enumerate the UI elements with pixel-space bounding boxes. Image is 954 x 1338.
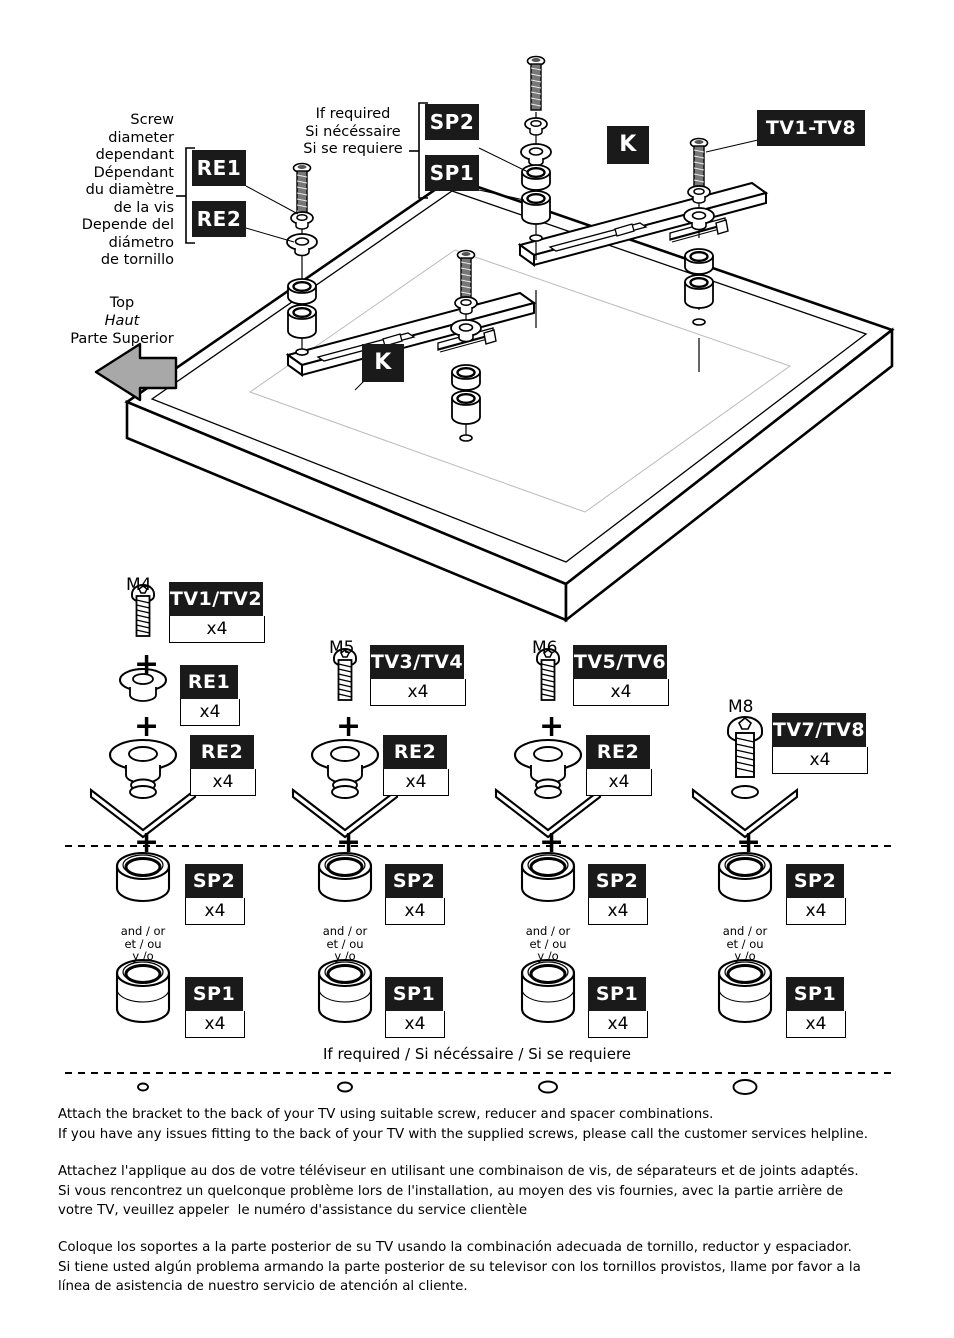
plus-m4-2: +: [134, 709, 160, 744]
label-k-lower: K: [362, 344, 404, 382]
plus-m4-3: +: [134, 825, 160, 860]
top-label-es: Parte Superior: [70, 331, 174, 347]
chip-tv7-tv8: TV7/TV8: [772, 713, 866, 747]
screw-size-m4: M4: [126, 575, 152, 595]
instructions-french: Attachez l'applique au dos de votre télé…: [58, 1164, 859, 1218]
plus-m5-2: +: [336, 825, 362, 860]
screw-size-m6: M6: [532, 638, 558, 658]
qty-sp1-m4: x4: [185, 1011, 245, 1038]
qty-re2-m5: x4: [383, 769, 449, 796]
label-tv-range: TV1-TV8: [757, 110, 865, 146]
qty-sp2-m4: x4: [185, 898, 245, 925]
qty-sp2-m5: x4: [385, 898, 445, 925]
tv-panel: [124, 176, 895, 623]
chip-tv5-tv6: TV5/TV6: [573, 645, 667, 679]
chip-sp1-m4: SP1: [185, 977, 243, 1011]
chip-tv3-tv4: TV3/TV4: [370, 645, 464, 679]
chip-sp1-m5: SP1: [385, 977, 443, 1011]
label-sp2: SP2: [425, 104, 479, 140]
screw-size-ellipses: [137, 1079, 758, 1095]
chip-sp1-m6: SP1: [588, 977, 646, 1011]
qty-tv5-tv6: x4: [573, 679, 669, 706]
label-k-upper: K: [607, 126, 649, 164]
label-sp1: SP1: [425, 155, 479, 191]
and-or-m5: and / or et / ou y /o: [322, 924, 368, 963]
chip-sp2-m5: SP2: [385, 864, 443, 898]
qty-re1-m4: x4: [180, 699, 240, 726]
plus-m6-1: +: [539, 709, 565, 744]
label-re2: RE2: [192, 201, 246, 237]
if-required-note: If required / Si nécéssaire / Si se requ…: [322, 1045, 632, 1063]
qty-tv1-tv2: x4: [169, 616, 265, 643]
fastener-stack-top-center: [520, 55, 552, 242]
chip-re2-m5: RE2: [383, 735, 447, 769]
chip-sp2-m6: SP2: [588, 864, 646, 898]
plus-m8-2: +: [736, 825, 762, 860]
chip-sp2-m4: SP2: [185, 864, 243, 898]
if-required-callout: If required Si nécéssaire Si se requiere: [303, 106, 403, 157]
qty-sp1-m5: x4: [385, 1011, 445, 1038]
and-or-m4: and / or et / ou y /o: [120, 924, 166, 963]
chip-sp1-m8: SP1: [786, 977, 844, 1011]
chip-tv1-tv2: TV1/TV2: [169, 582, 263, 616]
top-label-fr: Haut: [104, 313, 140, 329]
screw-size-m8: M8: [728, 697, 754, 717]
screw-diameter-callout: Screw diameter dependant Dépendant du di…: [81, 112, 174, 268]
and-or-m6: and / or et / ou y /o: [525, 924, 571, 963]
instructions-english: Attach the bracket to the back of your T…: [58, 1107, 868, 1142]
qty-re2-m4: x4: [190, 769, 256, 796]
qty-tv3-tv4: x4: [370, 679, 466, 706]
plus-m5-1: +: [336, 709, 362, 744]
plus-m4-1: +: [134, 647, 160, 682]
qty-tv7-tv8: x4: [772, 747, 868, 774]
chip-sp2-m8: SP2: [786, 864, 844, 898]
chip-re2-m4: RE2: [190, 735, 254, 769]
instructions-spanish: Coloque los soportes a la parte posterio…: [58, 1240, 861, 1294]
label-re1: RE1: [192, 150, 246, 186]
qty-sp1-m6: x4: [588, 1011, 648, 1038]
qty-sp2-m8: x4: [786, 898, 846, 925]
and-or-m8: and / or et / ou y /o: [722, 924, 768, 963]
qty-sp1-m8: x4: [786, 1011, 846, 1038]
chip-re2-m6: RE2: [586, 735, 650, 769]
top-label-en: Top: [109, 295, 135, 311]
chip-re1-m4: RE1: [180, 665, 238, 699]
screw-size-m5: M5: [329, 638, 355, 658]
plus-m6-2: +: [539, 825, 565, 860]
qty-re2-m6: x4: [586, 769, 652, 796]
qty-sp2-m6: x4: [588, 898, 648, 925]
